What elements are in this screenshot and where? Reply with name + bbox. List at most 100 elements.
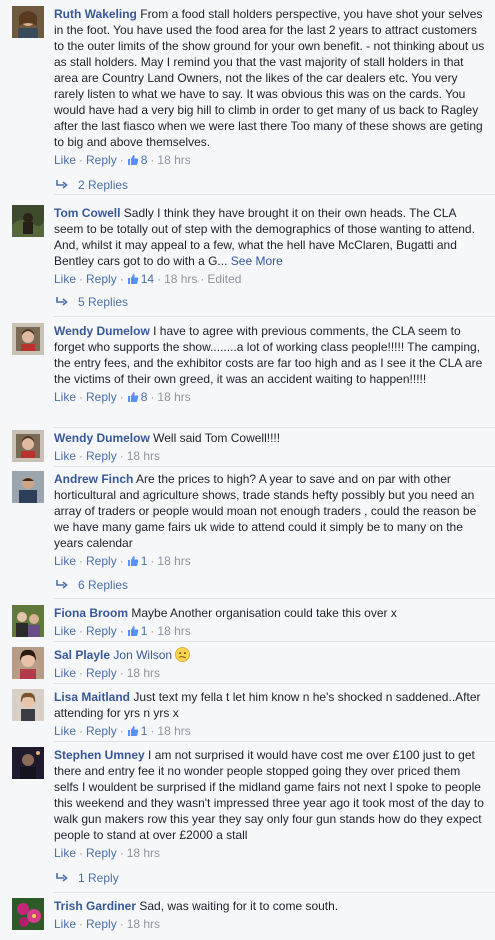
like-count[interactable]: 14: [127, 272, 154, 286]
like-link[interactable]: Like: [54, 272, 76, 286]
avatar[interactable]: [12, 323, 44, 355]
author-name[interactable]: Ruth Wakeling: [54, 7, 137, 21]
confused-face-emoji-icon: [175, 647, 191, 662]
like-link[interactable]: Like: [54, 724, 76, 738]
comment-actions: Like · Reply · 8 · 18 hrs: [54, 390, 191, 404]
author-name[interactable]: Stephen Umney: [54, 748, 145, 762]
thumbs-up-icon: [127, 274, 138, 284]
thumbs-up-icon: [127, 626, 138, 636]
divider: [54, 641, 495, 642]
comment-actions: Like · Reply · 18 hrs: [54, 666, 161, 680]
view-replies-link[interactable]: 5 Replies: [56, 295, 128, 309]
reply-link[interactable]: Reply: [86, 846, 117, 860]
reply-link[interactable]: Reply: [86, 272, 117, 286]
reply-arrow-icon: [56, 580, 68, 589]
like-link[interactable]: Like: [54, 554, 76, 568]
like-link[interactable]: Like: [54, 624, 76, 638]
avatar[interactable]: [12, 471, 44, 503]
like-count[interactable]: 1: [127, 724, 147, 738]
like-link[interactable]: Like: [54, 666, 76, 680]
divider: [54, 741, 495, 742]
comment-actions: Like · Reply · 18 hrs: [54, 449, 161, 463]
author-name[interactable]: Tom Cowell: [54, 206, 120, 220]
comment-text: Fiona Broom Maybe Another organisation c…: [54, 606, 397, 620]
timestamp[interactable]: 18 hrs: [127, 917, 160, 931]
author-name[interactable]: Trish Gardiner: [54, 899, 136, 913]
avatar[interactable]: [12, 6, 44, 38]
divider: [54, 194, 495, 195]
avatar[interactable]: [12, 430, 44, 462]
like-link[interactable]: Like: [54, 917, 76, 931]
mentioned-user[interactable]: Jon Wilson: [113, 648, 172, 662]
like-link[interactable]: Like: [54, 153, 76, 167]
reply-link[interactable]: Reply: [86, 449, 117, 463]
comment-feed: Ruth Wakeling From a food stall holders …: [0, 0, 495, 940]
like-link[interactable]: Like: [54, 449, 76, 463]
timestamp[interactable]: 18 hrs: [157, 554, 190, 568]
timestamp[interactable]: 18 hrs: [127, 846, 160, 860]
like-count[interactable]: 1: [127, 624, 147, 638]
thumbs-up-icon: [127, 556, 138, 566]
comment-text: Wendy Dumelow Well said Tom Cowell!!!!: [54, 431, 281, 445]
author-name[interactable]: Fiona Broom: [54, 606, 128, 620]
comment-actions: Like · Reply · 1 · 18 hrs: [54, 624, 191, 638]
edited-label[interactable]: Edited: [207, 272, 241, 286]
view-replies-link[interactable]: 2 Replies: [56, 178, 128, 192]
divider: [54, 598, 495, 599]
divider: [54, 466, 495, 467]
comment-text: Sal Playle Jon Wilson: [54, 647, 487, 663]
comment-text: Trish Gardiner Sad, was waiting for it t…: [54, 899, 339, 913]
timestamp[interactable]: 18 hrs: [157, 624, 190, 638]
avatar[interactable]: [12, 205, 44, 237]
like-count[interactable]: 8: [127, 153, 147, 167]
author-name[interactable]: Wendy Dumelow: [54, 324, 150, 338]
timestamp[interactable]: 18 hrs: [157, 724, 190, 738]
comment-actions: Like · Reply · 8 · 18 hrs: [54, 153, 191, 167]
divider: [54, 892, 495, 893]
view-replies-link[interactable]: 6 Replies: [56, 578, 128, 592]
thumbs-up-icon: [127, 155, 138, 165]
author-name[interactable]: Wendy Dumelow: [54, 431, 150, 445]
author-name[interactable]: Andrew Finch: [54, 472, 133, 486]
comment-actions: Like · Reply · 18 hrs: [54, 846, 161, 860]
like-count[interactable]: 1: [127, 554, 147, 568]
like-link[interactable]: Like: [54, 390, 76, 404]
timestamp[interactable]: 18 hrs: [127, 449, 160, 463]
comment-text: Lisa Maitland Just text my fella t let h…: [54, 690, 481, 720]
reply-arrow-icon: [56, 873, 68, 882]
avatar[interactable]: [12, 689, 44, 721]
avatar[interactable]: [12, 647, 44, 679]
comment-actions: Like · Reply · 18 hrs: [54, 917, 161, 931]
timestamp[interactable]: 18 hrs: [164, 272, 197, 286]
view-replies-link[interactable]: 1 Reply: [56, 871, 119, 885]
reply-arrow-icon: [56, 297, 68, 306]
reply-link[interactable]: Reply: [86, 666, 117, 680]
reply-link[interactable]: Reply: [86, 390, 117, 404]
comment-text: Ruth Wakeling From a food stall holders …: [54, 7, 485, 149]
reply-link[interactable]: Reply: [86, 624, 117, 638]
like-link[interactable]: Like: [54, 846, 76, 860]
divider: [54, 427, 495, 428]
comment-text: Andrew Finch Are the prices to high? A y…: [54, 472, 477, 550]
avatar[interactable]: [12, 747, 44, 779]
reply-link[interactable]: Reply: [86, 917, 117, 931]
see-more-link[interactable]: See More: [231, 254, 283, 268]
timestamp[interactable]: 18 hrs: [127, 666, 160, 680]
author-name[interactable]: Sal Playle: [54, 648, 110, 662]
timestamp[interactable]: 18 hrs: [157, 153, 190, 167]
author-name[interactable]: Lisa Maitland: [54, 690, 130, 704]
timestamp[interactable]: 18 hrs: [157, 390, 190, 404]
divider: [54, 683, 495, 684]
like-count[interactable]: 8: [127, 390, 147, 404]
avatar[interactable]: [12, 898, 44, 930]
comment-text: Wendy Dumelow I have to agree with previ…: [54, 324, 483, 386]
comment-text: Stephen Umney I am not surprised it woul…: [54, 748, 484, 842]
avatar[interactable]: [12, 605, 44, 637]
divider: [54, 316, 495, 317]
reply-link[interactable]: Reply: [86, 554, 117, 568]
comment-actions: Like · Reply · 1 · 18 hrs: [54, 724, 191, 738]
reply-link[interactable]: Reply: [86, 153, 117, 167]
reply-link[interactable]: Reply: [86, 724, 117, 738]
comment-text: Tom Cowell Sadly I think they have broug…: [54, 206, 475, 268]
comment-actions: Like · Reply · 1 · 18 hrs: [54, 554, 191, 568]
